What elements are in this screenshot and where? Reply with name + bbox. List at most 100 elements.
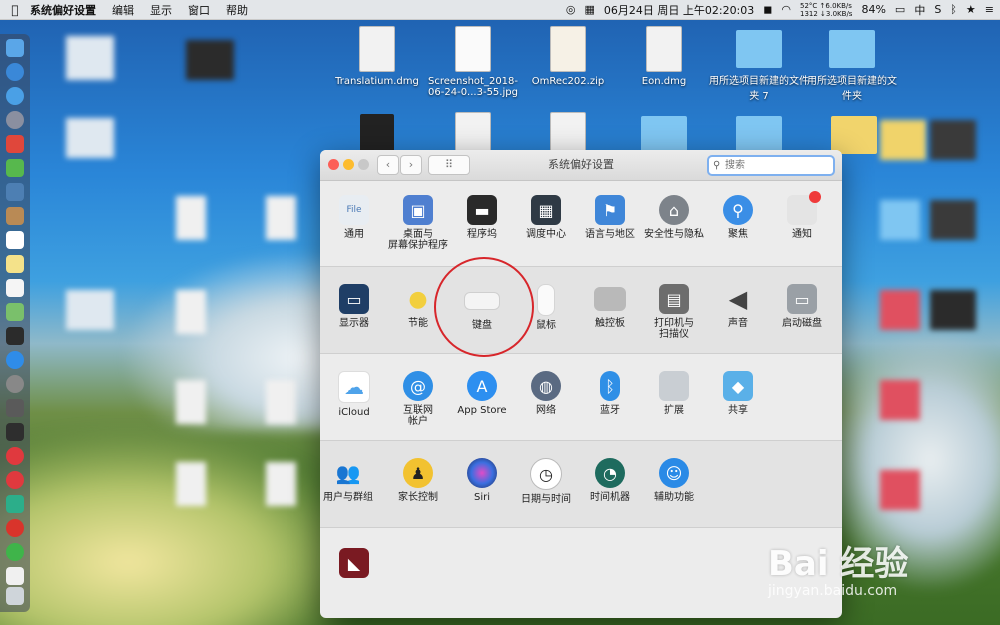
- trash-icon[interactable]: [6, 587, 24, 605]
- desktop-folder[interactable]: 用所选项目新建的文件夹 7: [709, 30, 809, 102]
- menu-edit[interactable]: 编辑: [112, 2, 134, 18]
- blurred-desktop-icon: [176, 290, 206, 334]
- pane-sound[interactable]: ◀ 声音: [704, 284, 772, 330]
- pane-siri[interactable]: Siri: [448, 458, 516, 503]
- menu-view[interactable]: 显示: [150, 2, 172, 18]
- pane-startup-disk[interactable]: ▭ 启动磁盘: [768, 284, 836, 329]
- safari-icon[interactable]: [6, 87, 24, 105]
- menu-app-name[interactable]: 系统偏好设置: [30, 2, 96, 18]
- disk-image-icon: [646, 26, 682, 72]
- pane-printers-scanners[interactable]: ▤ 打印机与 扫描仪: [640, 284, 708, 340]
- pane-sharing[interactable]: ◆ 共享: [704, 371, 772, 416]
- notes-icon[interactable]: [6, 207, 24, 225]
- menu-window[interactable]: 窗口: [188, 2, 210, 18]
- vivaldi-icon[interactable]: [6, 447, 24, 465]
- pane-date-time[interactable]: ◷ 日期与时间: [512, 458, 580, 505]
- yandex-icon[interactable]: [6, 471, 24, 489]
- bluetooth-icon[interactable]: ᛒ: [950, 3, 957, 16]
- net-up-text: 52°C ↑6.0KB/s: [800, 1, 852, 10]
- battery-icon[interactable]: ▭: [895, 3, 905, 16]
- search-input[interactable]: [725, 157, 825, 174]
- app-icon[interactable]: [6, 495, 24, 513]
- app-store-dock-icon[interactable]: [6, 351, 24, 369]
- console-icon[interactable]: [6, 423, 24, 441]
- menu-help[interactable]: 帮助: [226, 2, 248, 18]
- blurred-desktop-icon: [176, 380, 206, 424]
- pane-app-store[interactable]: A App Store: [448, 371, 516, 416]
- desktop-file[interactable]: Eon.dmg: [614, 26, 714, 87]
- pane-desktop-screensaver[interactable]: ▣ 桌面与 屏幕保护程序: [384, 195, 452, 251]
- desktop-file-label: 用所选项目新建的文件夹: [807, 76, 897, 102]
- app-store-icon: A: [467, 371, 497, 401]
- hard-disk-icon: ▭: [787, 284, 817, 314]
- pane-security-privacy[interactable]: ⌂ 安全性与隐私: [640, 195, 708, 240]
- pane-label: 鼠标: [536, 320, 556, 331]
- calendar-dock-icon[interactable]: [6, 231, 24, 249]
- pane-general[interactable]: File 通用: [320, 195, 388, 240]
- input-method[interactable]: 中: [914, 2, 925, 18]
- desktop-file[interactable]: Screenshot_2018-06-24-0...3-55.jpg: [423, 26, 523, 98]
- preview-icon[interactable]: [6, 183, 24, 201]
- pane-bluetooth[interactable]: ᛒ 蓝牙: [576, 371, 644, 416]
- app-icon[interactable]: [6, 135, 24, 153]
- siri-icon[interactable]: [6, 63, 24, 81]
- document-icon[interactable]: [6, 567, 24, 585]
- show-all-grid-button[interactable]: ⠿: [428, 155, 470, 175]
- pane-language-region[interactable]: ⚑ 语言与地区: [576, 195, 644, 240]
- finder-icon[interactable]: [6, 39, 24, 57]
- pane-label: 互联网 帐户: [403, 405, 433, 427]
- status-area: ◎ ▦ 06月24日 周日 上午02:20:03 ◼ ◠ 52°C ↑6.0KB…: [566, 0, 994, 19]
- wechat-status-icon[interactable]: ◼: [763, 3, 772, 16]
- apple-menu-icon[interactable]: : [0, 3, 30, 17]
- desktop-folder[interactable]: 用所选项目新建的文件夹: [804, 30, 900, 102]
- menu-clock[interactable]: 06月24日 周日 上午02:20:03: [604, 2, 754, 18]
- pane-network[interactable]: ◍ 网络: [512, 371, 580, 416]
- terminal-icon[interactable]: [6, 327, 24, 345]
- pane-icloud[interactable]: ☁ iCloud: [320, 371, 388, 418]
- reminders-icon[interactable]: [6, 279, 24, 297]
- forward-button[interactable]: ›: [400, 155, 422, 175]
- system-preferences-dock-icon[interactable]: [6, 375, 24, 393]
- pane-spotlight[interactable]: ⚲ 聚焦: [704, 195, 772, 240]
- pane-accessibility[interactable]: ☺ 辅助功能: [640, 458, 708, 503]
- disk-utility-icon[interactable]: [6, 399, 24, 417]
- pane-third-party[interactable]: ◣: [320, 548, 388, 582]
- pane-extensions[interactable]: 扩展: [640, 371, 708, 416]
- maps-icon[interactable]: [6, 303, 24, 321]
- pane-users-groups[interactable]: 👥 用户与群组: [320, 458, 382, 504]
- folder-icon: [829, 30, 875, 68]
- desktop-file[interactable]: Translatium.dmg: [327, 26, 427, 87]
- pane-row-personal: File 通用 ▣ 桌面与 屏幕保护程序 ▬ 程序坞 ▦ 调度中心 ⚑ 语言与地…: [320, 181, 842, 268]
- launchpad-icon[interactable]: [6, 111, 24, 129]
- globe-icon[interactable]: ◎: [566, 3, 576, 16]
- menu-list-icon[interactable]: ≡: [985, 3, 994, 16]
- pane-label: 声音: [728, 318, 748, 329]
- highlight-circle: [434, 257, 534, 357]
- desktop-file-label: Screenshot_2018-06-24-0...3-55.jpg: [427, 76, 519, 98]
- battery-percent[interactable]: 84%: [861, 3, 885, 16]
- wechat-icon[interactable]: [6, 543, 24, 561]
- search-field[interactable]: ⚲: [707, 155, 835, 176]
- pane-dock[interactable]: ▬ 程序坞: [448, 195, 516, 240]
- pane-internet-accounts[interactable]: @ 互联网 帐户: [384, 371, 452, 427]
- pane-parental-controls[interactable]: ♟ 家长控制: [384, 458, 452, 503]
- wifi-icon[interactable]: ◠: [781, 3, 791, 16]
- blurred-desktop-icon: [176, 196, 206, 240]
- app-status-icon[interactable]: S: [934, 3, 941, 16]
- blurred-desktop-icon: [186, 40, 234, 80]
- puzzle-piece-icon: [659, 371, 689, 401]
- star-icon[interactable]: ★: [966, 3, 976, 16]
- android-icon[interactable]: [6, 159, 24, 177]
- notifications-icon: [787, 191, 821, 225]
- stickies-icon[interactable]: [6, 255, 24, 273]
- pane-mission-control[interactable]: ▦ 调度中心: [512, 195, 580, 240]
- netease-music-icon[interactable]: [6, 519, 24, 537]
- calendar-icon[interactable]: ▦: [584, 3, 594, 16]
- pane-time-machine[interactable]: ◔ 时间机器: [576, 458, 644, 503]
- baidu-watermark: Bai 经验: [768, 544, 909, 584]
- desktop-file[interactable]: OmRec202.zip: [518, 26, 618, 87]
- pane-trackpad[interactable]: 触控板: [576, 284, 644, 329]
- back-button[interactable]: ‹: [377, 155, 399, 175]
- pane-displays[interactable]: ▭ 显示器: [320, 284, 388, 329]
- pane-notifications[interactable]: 通知: [768, 191, 836, 240]
